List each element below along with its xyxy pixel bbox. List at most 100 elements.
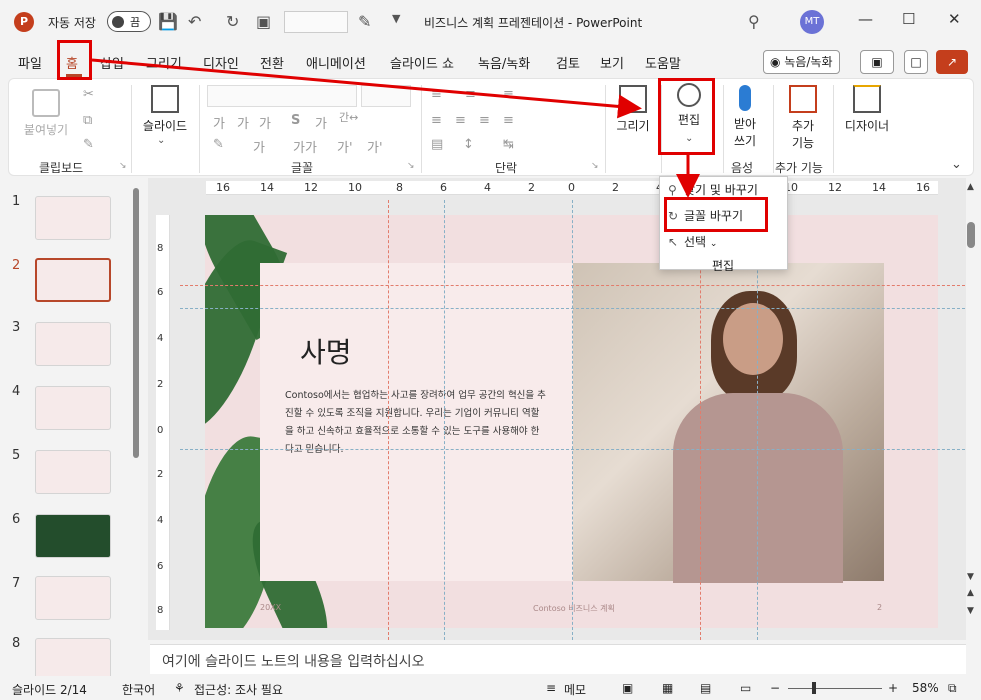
scroll-up-icon[interactable]: ▲ xyxy=(967,182,974,192)
record-button[interactable]: ◉ 녹음/녹화 xyxy=(763,50,840,74)
numbering-icon[interactable]: ≡ xyxy=(465,87,476,102)
present-icon[interactable]: ▣ xyxy=(256,12,271,31)
tab-insert[interactable]: 삽입 xyxy=(100,53,124,72)
minimize-icon[interactable]: — xyxy=(858,10,873,28)
align-left-icon[interactable]: ≡ xyxy=(431,113,442,128)
tab-transitions[interactable]: 전환 xyxy=(260,53,284,72)
align-center-icon[interactable]: ≡ xyxy=(455,113,466,128)
search-icon[interactable]: ⚲ xyxy=(748,12,760,31)
slide-thumbnail-6[interactable] xyxy=(35,514,111,558)
thumbnail-scrollbar[interactable] xyxy=(133,188,139,458)
menu-item-select[interactable]: ↖ 선택 ⌄ xyxy=(668,233,717,250)
zoom-in-icon[interactable]: + xyxy=(888,681,898,695)
increase-font-icon[interactable]: 가 xyxy=(213,113,225,132)
scrollbar-thumb[interactable] xyxy=(967,222,975,248)
notes-pane[interactable]: 여기에 슬라이드 노트의 내용을 입력하십시오 xyxy=(150,644,966,674)
slide-thumbnail-4[interactable] xyxy=(35,386,111,430)
paste-button[interactable]: 붙여넣기 xyxy=(23,89,69,138)
addins-button[interactable]: 추가 기능 xyxy=(781,85,825,151)
tab-draw[interactable]: 그리기 xyxy=(146,53,182,72)
draw-button[interactable]: 그리기 xyxy=(611,85,655,134)
ribbon-collapse-icon[interactable]: ⌄ xyxy=(951,157,962,172)
autosave-toggle[interactable]: 끔 xyxy=(107,11,151,32)
zoom-slider[interactable] xyxy=(788,688,882,689)
language-indicator[interactable]: 한국어 xyxy=(122,681,155,698)
slide-thumbnail-2[interactable] xyxy=(35,258,111,302)
dictate-button[interactable]: 받아 쓰기 xyxy=(725,85,765,149)
line-spacing-icon[interactable]: ↕ xyxy=(463,137,474,152)
char-spacing-icon[interactable]: 가' xyxy=(337,137,353,156)
font-name-combo[interactable] xyxy=(207,85,357,107)
close-icon[interactable]: ✕ xyxy=(948,10,961,28)
reading-view-icon[interactable]: ▤ xyxy=(700,681,711,695)
font-size-up-icon[interactable]: 가' xyxy=(367,137,383,156)
tab-design[interactable]: 디자인 xyxy=(203,53,239,72)
redo-icon[interactable]: ↻ xyxy=(226,12,239,31)
zoom-out-icon[interactable]: − xyxy=(770,681,780,695)
font-size-quick-box[interactable] xyxy=(284,11,348,33)
tab-file[interactable]: 파일 xyxy=(18,53,42,72)
accessibility-icon[interactable]: ⚘ xyxy=(174,681,185,695)
slideshow-icon[interactable]: ▭ xyxy=(740,681,751,695)
tab-animations[interactable]: 애니메이션 xyxy=(306,53,366,72)
cut-icon[interactable]: ✂ xyxy=(83,87,94,102)
scroll-down-icon[interactable]: ▼ xyxy=(967,572,974,582)
accessibility-status[interactable]: 접근성: 조사 필요 xyxy=(194,681,283,698)
menu-item-find-replace[interactable]: ⚲ 찾기 및 바꾸기 xyxy=(668,181,758,198)
bold-icon[interactable]: S xyxy=(291,113,300,128)
slide-title[interactable]: 사명 xyxy=(300,331,352,371)
clipboard-launcher-icon[interactable]: ↘ xyxy=(119,161,127,171)
slide-button[interactable]: 슬라이드 xyxy=(137,85,193,134)
next-slide-icon[interactable]: ▼ xyxy=(967,606,974,616)
font-launcher-icon[interactable]: ↘ xyxy=(407,161,415,171)
tab-record[interactable]: 녹음/녹화 xyxy=(478,53,530,72)
tab-view[interactable]: 보기 xyxy=(600,53,624,72)
notes-icon[interactable]: ≡ xyxy=(546,681,556,695)
share-icon[interactable]: ↗ xyxy=(936,50,968,74)
highlight-icon[interactable]: ✎ xyxy=(213,137,224,152)
vertical-scrollbar[interactable]: ▲ ▼ ▲ ▼ xyxy=(964,182,980,632)
slide-thumbnail-3[interactable] xyxy=(35,322,111,366)
slide-sorter-icon[interactable]: ▦ xyxy=(662,681,673,695)
avatar[interactable]: MT xyxy=(800,10,824,34)
justify-icon[interactable]: ≡ xyxy=(503,113,514,128)
align-right-icon[interactable]: ≡ xyxy=(479,113,490,128)
save-icon[interactable]: 💾 xyxy=(158,12,178,31)
paragraph-launcher-icon[interactable]: ↘ xyxy=(591,161,599,171)
tab-slideshow[interactable]: 슬라이드 쇼 xyxy=(390,53,454,72)
customize-icon[interactable]: ✎ xyxy=(358,12,371,31)
zoom-level[interactable]: 58% xyxy=(912,681,939,695)
slide-chevron-icon[interactable]: ⌄ xyxy=(157,135,165,146)
comments-icon[interactable]: □ xyxy=(904,50,928,74)
designer-button[interactable]: 디자이너 xyxy=(839,85,895,134)
normal-view-icon[interactable]: ▣ xyxy=(622,681,633,695)
tab-help[interactable]: 도움말 xyxy=(645,53,681,72)
format-painter-icon[interactable]: ✎ xyxy=(83,137,94,152)
fit-to-window-icon[interactable]: ⧉ xyxy=(948,681,957,696)
zoom-slider-thumb[interactable] xyxy=(812,682,816,694)
previous-slide-icon[interactable]: ▲ xyxy=(967,588,974,598)
bullets-icon[interactable]: ≡ xyxy=(431,87,442,102)
notes-toggle[interactable]: 메모 xyxy=(564,681,586,698)
teams-share-icon[interactable]: ▣ xyxy=(860,50,894,74)
change-case-icon[interactable]: 가가 xyxy=(293,137,317,156)
font-size-combo[interactable] xyxy=(361,85,411,107)
spacing-icon[interactable]: 간↔ xyxy=(339,109,358,125)
undo-icon[interactable]: ↶ xyxy=(188,12,201,31)
slide-thumbnail-1[interactable] xyxy=(35,196,111,240)
tab-review[interactable]: 검토 xyxy=(556,53,580,72)
decrease-font-icon[interactable]: 가 xyxy=(237,113,249,132)
copy-icon[interactable]: ⧉ xyxy=(83,113,92,128)
indent-icon[interactable]: ≡ xyxy=(503,87,514,102)
maximize-icon[interactable]: ☐ xyxy=(902,10,915,28)
clear-format-icon[interactable]: 가 xyxy=(259,113,271,132)
slide-thumbnail-5[interactable] xyxy=(35,450,111,494)
text-direction-icon[interactable]: ↹ xyxy=(503,137,514,152)
columns-icon[interactable]: ▤ xyxy=(431,137,443,152)
font-color-icon[interactable]: 가 xyxy=(253,137,265,156)
portrait-photo[interactable] xyxy=(573,263,884,583)
slide-thumbnail-7[interactable] xyxy=(35,576,111,620)
italic-icon[interactable]: 가 xyxy=(315,113,327,132)
qat-more-icon[interactable]: ▼ xyxy=(392,12,400,25)
photo-sweater xyxy=(673,393,843,583)
